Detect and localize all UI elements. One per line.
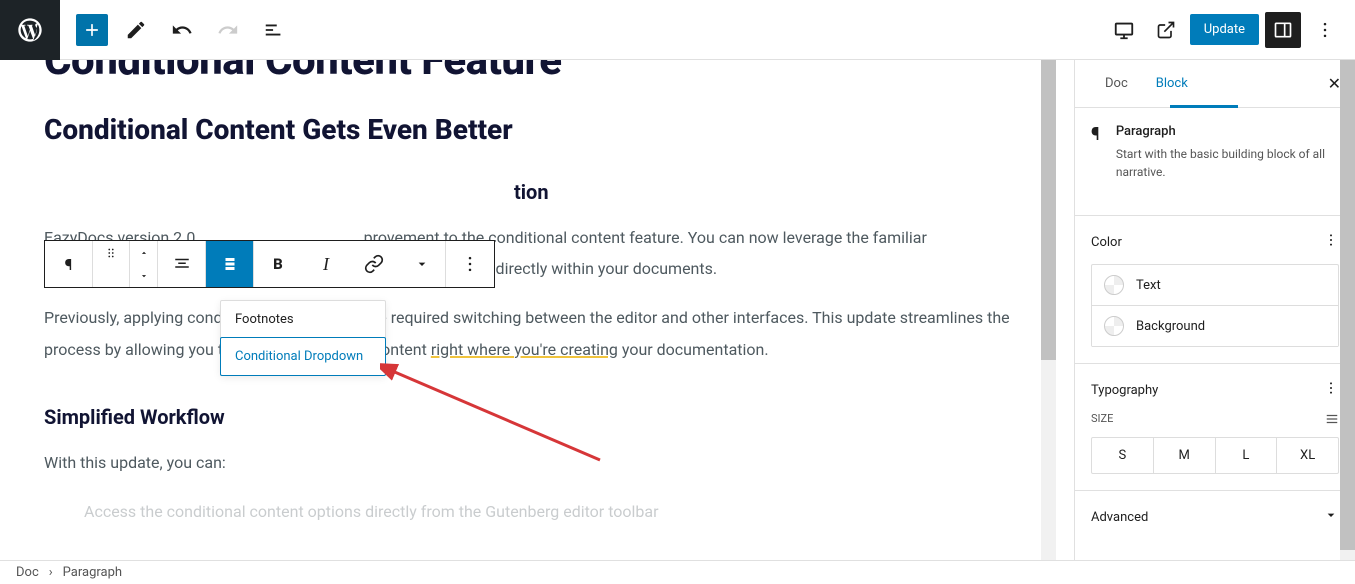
link-button[interactable]	[350, 241, 398, 287]
size-s-button[interactable]: S	[1092, 438, 1154, 473]
paragraph[interactable]: With this update, you can:	[44, 447, 1030, 478]
scrollbar[interactable]	[1041, 60, 1056, 560]
color-label: Text	[1136, 278, 1161, 293]
section-title-advanced[interactable]: Advanced	[1091, 510, 1148, 525]
italic-button[interactable]: I	[302, 241, 350, 287]
heading-3[interactable]: tion	[44, 180, 1030, 204]
list-item[interactable]: Access the conditional content options d…	[84, 496, 1030, 527]
breadcrumb: Doc › Paragraph	[0, 560, 1355, 584]
size-m-button[interactable]: M	[1154, 438, 1216, 473]
more-icon[interactable]	[1307, 12, 1343, 48]
color-background[interactable]: Background	[1092, 306, 1338, 347]
size-l-button[interactable]: L	[1216, 438, 1278, 473]
undo-icon[interactable]	[164, 12, 200, 48]
custom-size-icon[interactable]	[1325, 412, 1339, 429]
section-title-typography: Typography	[1091, 383, 1158, 398]
move-down-icon[interactable]	[130, 264, 157, 287]
outline-icon[interactable]	[256, 12, 292, 48]
text: right where you're creating	[431, 340, 618, 359]
more-format-button[interactable]	[398, 241, 446, 287]
breadcrumb-sep: ›	[49, 565, 53, 580]
edit-icon[interactable]	[118, 12, 154, 48]
tab-doc[interactable]: Doc	[1091, 62, 1142, 105]
heading-2[interactable]: Conditional Content Gets Even Better	[44, 113, 1030, 146]
paragraph[interactable]: Previously, applying conditional logic m…	[44, 302, 1030, 364]
block-description: Start with the basic building block of a…	[1116, 145, 1339, 181]
redo-icon[interactable]	[210, 12, 246, 48]
block-toolbar: ¶ B I	[44, 240, 495, 288]
paragraph-type-button[interactable]: ¶	[45, 241, 93, 287]
breadcrumb-root[interactable]: Doc	[16, 565, 39, 580]
dropdown-menu: Footnotes Conditional Dropdown	[220, 300, 386, 376]
more-icon[interactable]	[1323, 380, 1339, 400]
conditional-content-button[interactable]	[206, 241, 254, 287]
add-block-button[interactable]	[76, 14, 108, 46]
paragraph-icon: ¶	[1091, 124, 1100, 181]
dropdown-item-conditional[interactable]: Conditional Dropdown	[220, 337, 386, 376]
align-button[interactable]	[158, 241, 206, 287]
color-swatch	[1104, 316, 1124, 336]
size-xl-button[interactable]: XL	[1277, 438, 1338, 473]
chevron-down-icon[interactable]	[1323, 507, 1339, 527]
external-icon[interactable]	[1148, 12, 1184, 48]
wordpress-logo[interactable]	[0, 0, 60, 60]
dropdown-item-footnotes[interactable]: Footnotes	[221, 301, 385, 338]
size-label: Size	[1091, 412, 1113, 429]
color-label: Background	[1136, 319, 1205, 334]
heading-3[interactable]: Simplified Workflow	[44, 405, 1030, 429]
move-up-icon[interactable]	[130, 241, 157, 264]
sidebar-toggle-button[interactable]	[1265, 12, 1301, 48]
color-swatch	[1104, 275, 1124, 295]
color-text[interactable]: Text	[1092, 265, 1338, 306]
options-button[interactable]	[446, 241, 494, 287]
more-icon[interactable]	[1323, 232, 1339, 252]
desktop-icon[interactable]	[1106, 12, 1142, 48]
update-button[interactable]: Update	[1190, 14, 1259, 45]
drag-handle-icon[interactable]	[93, 241, 129, 264]
close-icon[interactable]: ✕	[1328, 74, 1341, 93]
breadcrumb-current[interactable]: Paragraph	[63, 565, 122, 580]
block-name: Paragraph	[1116, 124, 1339, 139]
bold-button[interactable]: B	[254, 241, 302, 287]
text: your documentation.	[618, 340, 769, 359]
tab-block[interactable]: Block	[1142, 62, 1202, 105]
scrollbar[interactable]	[1340, 60, 1355, 560]
page-title: Conditional Content Feature	[44, 60, 1030, 85]
section-title-color: Color	[1091, 235, 1122, 250]
